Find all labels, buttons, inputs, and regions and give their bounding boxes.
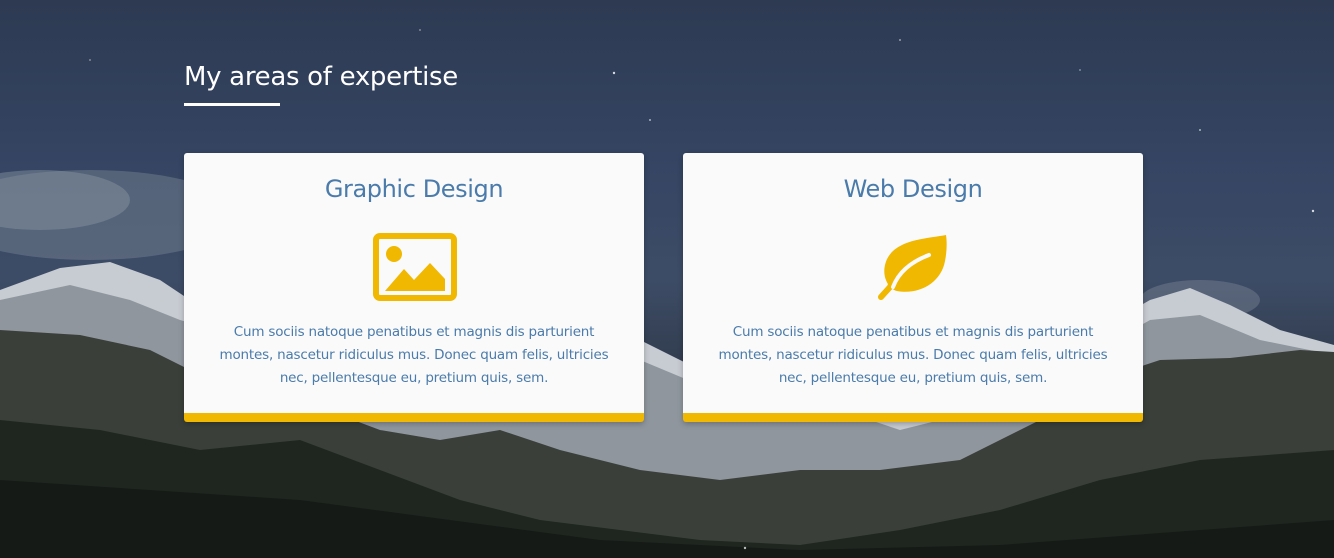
card-title: Graphic Design — [324, 175, 504, 203]
section-title-underline — [184, 103, 280, 106]
section-title: My areas of expertise — [184, 62, 458, 92]
card-title: Web Design — [843, 175, 983, 203]
card-description: Cum sociis natoque penatibus et magnis d… — [718, 324, 1108, 386]
card-description: Cum sociis natoque penatibus et magnis d… — [219, 324, 609, 386]
image-icon — [372, 233, 458, 303]
expertise-card-graphic-design: Graphic Design Cum sociis natoque penati… — [184, 153, 644, 422]
expertise-card-web-design: Web Design Cum sociis natoque penatibus … — [683, 153, 1143, 422]
leaf-icon — [871, 233, 957, 303]
